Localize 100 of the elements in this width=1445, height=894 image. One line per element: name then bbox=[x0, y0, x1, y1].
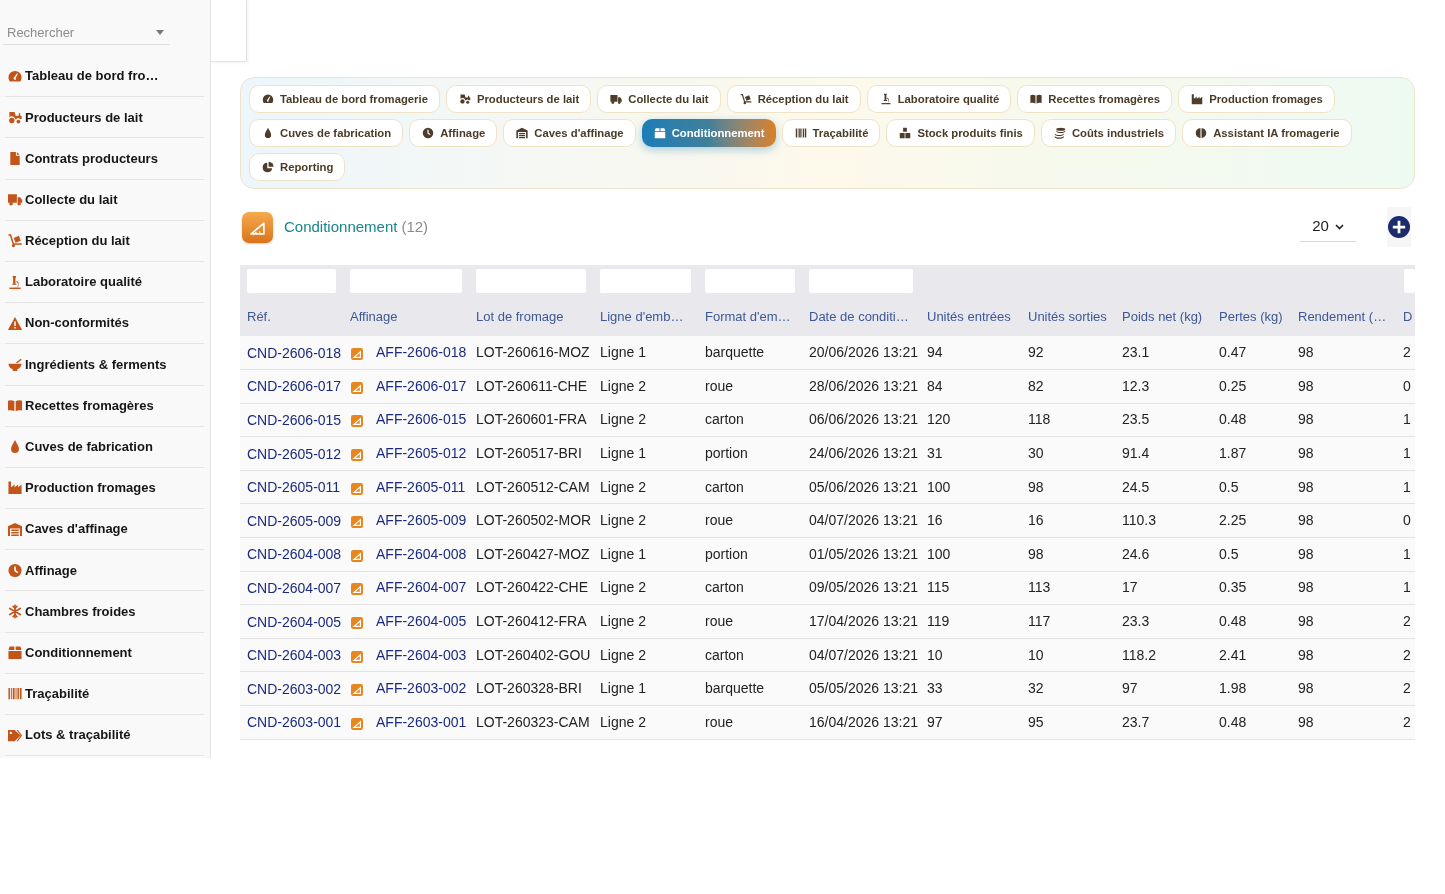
reference-link[interactable]: CND-2606-015 bbox=[247, 412, 342, 428]
tab[interactable]: Recettes fromagères bbox=[1017, 85, 1173, 113]
reference-link[interactable]: CND-2605-009 bbox=[247, 512, 342, 529]
page-size-select[interactable]: 20 bbox=[1300, 212, 1356, 242]
hand-truck-icon bbox=[7, 233, 23, 249]
sidebar-item[interactable]: Ingrédients & ferments bbox=[5, 344, 204, 386]
affinage-link[interactable]: AFF-2603-002 bbox=[376, 678, 467, 700]
column-header[interactable]: D bbox=[1396, 297, 1415, 336]
reference-link[interactable]: CND-2604-005 bbox=[247, 613, 342, 630]
truck-icon bbox=[610, 93, 623, 105]
add-button[interactable] bbox=[1387, 207, 1411, 247]
sidebar-item[interactable]: Laboratoire qualité bbox=[5, 261, 204, 304]
affinage-link[interactable]: AFF-2604-005 bbox=[376, 611, 467, 633]
reference-link[interactable]: CND-2604-007 bbox=[247, 579, 342, 596]
sidebar-item[interactable]: Contrats producteurs bbox=[5, 138, 204, 180]
microscope-icon bbox=[879, 93, 892, 105]
sidebar-item[interactable]: Réception du lait bbox=[5, 220, 204, 262]
affinage-link[interactable]: AFF-2604-007 bbox=[376, 577, 467, 599]
table-cell: 2.25 bbox=[1212, 503, 1291, 538]
table-cell: 0.48 bbox=[1212, 403, 1291, 437]
sidebar-item[interactable]: Recettes fromagères bbox=[5, 385, 204, 427]
table-cell: 110.3 bbox=[1115, 503, 1212, 538]
tab[interactable]: Assistant IA fromagerie bbox=[1182, 119, 1352, 147]
reference-link[interactable]: CND-2604-003 bbox=[247, 647, 342, 664]
tab[interactable]: Collecte du lait bbox=[597, 85, 721, 113]
table-cell: 82 bbox=[1021, 369, 1115, 404]
table-cell: carton bbox=[698, 638, 802, 672]
tab[interactable]: Producteurs de lait bbox=[445, 85, 592, 113]
affinage-link[interactable]: AFF-2606-015 bbox=[376, 409, 467, 431]
table-cell: 100 bbox=[920, 537, 1021, 572]
sidebar-item[interactable]: Producteurs de lait bbox=[5, 97, 204, 139]
table-cell: Ligne 1 bbox=[593, 436, 698, 471]
tab[interactable]: Stock produits finis bbox=[886, 119, 1035, 147]
table-cell: 20/06/2026 13:21 bbox=[802, 336, 920, 370]
table-cell: 06/06/2026 13:21 bbox=[802, 403, 920, 437]
table-cell: 1 bbox=[1396, 436, 1415, 471]
column-header[interactable]: Unités sorties bbox=[1021, 297, 1115, 336]
sidebar-item[interactable]: Conditionnement bbox=[5, 632, 204, 674]
reference-link[interactable]: CND-2603-002 bbox=[247, 680, 342, 697]
table-cell: Ligne 2 bbox=[593, 403, 698, 437]
table-cell: 24.5 bbox=[1115, 470, 1212, 504]
reference-link[interactable]: CND-2605-011 bbox=[247, 479, 341, 496]
tab[interactable]: Reporting bbox=[249, 153, 346, 181]
affinage-link[interactable]: AFF-2605-011 bbox=[376, 476, 466, 498]
table-cell: 10 bbox=[920, 638, 1021, 672]
column-header[interactable]: Pertes (kg) bbox=[1212, 297, 1291, 336]
column-header[interactable]: Ligne d'emb… bbox=[593, 297, 698, 336]
search-field[interactable]: Rechercher bbox=[3, 20, 170, 45]
table-cell: 23.1 bbox=[1115, 336, 1212, 370]
sidebar-item[interactable]: Lots & traçabilité bbox=[5, 715, 204, 757]
sidebar-item[interactable]: Cuves de fabrication bbox=[5, 426, 204, 468]
tab[interactable]: Cuves de fabrication bbox=[249, 119, 404, 147]
column-header[interactable]: Format d'em… bbox=[698, 297, 802, 336]
tab[interactable]: Réception du lait bbox=[726, 85, 861, 113]
tab[interactable]: Affinage bbox=[409, 119, 498, 147]
table-cell: 98 bbox=[1291, 503, 1396, 538]
package-icon bbox=[653, 127, 666, 139]
column-header[interactable]: Affinage bbox=[343, 297, 469, 336]
sidebar-item[interactable]: Caves d'affinage bbox=[5, 509, 204, 551]
table-cell: LOT-260601-FRA bbox=[469, 403, 593, 437]
table-cell: LOT-260427-MOZ bbox=[469, 537, 593, 572]
column-header[interactable]: Poids net (kg) bbox=[1115, 297, 1212, 336]
affinage-link[interactable]: AFF-2606-018 bbox=[376, 342, 467, 364]
tab[interactable]: Tableau de bord fromagerie bbox=[249, 85, 440, 113]
sidebar-item[interactable]: Production fromages bbox=[5, 467, 204, 510]
tab[interactable]: Laboratoire qualité bbox=[866, 85, 1012, 113]
column-header[interactable]: Unités entrées bbox=[920, 297, 1021, 336]
tab[interactable]: Caves d'affinage bbox=[503, 119, 636, 147]
affinage-link[interactable]: AFF-2606-017 bbox=[376, 375, 467, 397]
affinage-link[interactable]: AFF-2604-008 bbox=[376, 543, 467, 565]
tab[interactable]: Traçabilité bbox=[781, 119, 881, 147]
reference-link[interactable]: CND-2603-001 bbox=[247, 714, 342, 731]
reference-link[interactable]: CND-2606-018 bbox=[247, 344, 342, 361]
table-cell: 118 bbox=[1021, 403, 1115, 437]
reference-link[interactable]: CND-2604-008 bbox=[247, 546, 342, 563]
column-header[interactable]: Lot de fromage bbox=[469, 297, 593, 336]
sidebar-item[interactable]: Non-conformités bbox=[5, 303, 204, 345]
table-cell: 2 bbox=[1396, 705, 1415, 740]
bowl-icon bbox=[7, 356, 23, 372]
tab[interactable]: Production fromages bbox=[1178, 85, 1335, 113]
tab[interactable]: Coûts industriels bbox=[1040, 119, 1177, 147]
affinage-link[interactable]: AFF-2604-003 bbox=[376, 644, 467, 666]
sidebar-item[interactable]: Affinage bbox=[5, 550, 204, 592]
sidebar-item[interactable]: Tableau de bord fro… bbox=[5, 56, 204, 98]
affinage-link[interactable]: AFF-2605-009 bbox=[376, 510, 467, 532]
column-header[interactable]: Rendement (… bbox=[1291, 297, 1396, 336]
sidebar-item[interactable]: Chambres froides bbox=[5, 591, 204, 633]
sidebar-item[interactable]: Collecte du lait bbox=[5, 179, 204, 221]
document-icon bbox=[7, 150, 23, 166]
sidebar-item[interactable]: Traçabilité bbox=[5, 673, 204, 715]
column-header[interactable]: Réf. bbox=[240, 297, 343, 336]
table-cell: 33 bbox=[920, 671, 1021, 706]
affinage-link[interactable]: AFF-2603-001 bbox=[376, 711, 467, 733]
reference-link[interactable]: CND-2606-017 bbox=[247, 378, 342, 395]
table-cell: 0.5 bbox=[1212, 537, 1291, 572]
table-cell: 95 bbox=[1021, 705, 1115, 740]
table-cell: LOT-260611-CHE bbox=[469, 369, 593, 404]
affinage-link[interactable]: AFF-2605-012 bbox=[376, 443, 467, 465]
column-header[interactable]: Date de conditi… bbox=[802, 297, 920, 336]
reference-link[interactable]: CND-2605-012 bbox=[247, 445, 342, 462]
